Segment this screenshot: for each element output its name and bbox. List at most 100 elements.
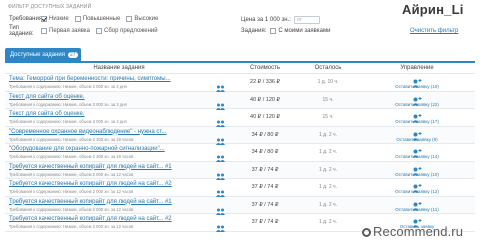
tasks-table: Название задания Стоимость Осталось Упра… (5, 61, 475, 232)
requirement-medium-option[interactable]: Повышенные (74, 16, 121, 22)
submit-bid-link[interactable]: Оставить заявку (22) (359, 102, 475, 107)
task-requirements: Требования к содержанию: Низкие, объем 3… (9, 119, 127, 124)
requirements-label: Требования: (9, 16, 44, 22)
task-actions-cell: Оставить заявку (11) (359, 197, 475, 214)
submit-bid-icon[interactable] (412, 163, 422, 175)
submit-bid-icon[interactable] (412, 145, 422, 158)
requirement-low-label: Низкие (49, 16, 69, 22)
requirement-low-checkbox[interactable] (41, 16, 47, 22)
task-title-link[interactable]: "Современное охранное видеонаблюдение" -… (9, 129, 167, 135)
task-name-cell: Текст для сайта об оценке. Требования к с… (5, 92, 233, 110)
watermark-site: Recommend.ru (362, 224, 463, 239)
task-title-link[interactable]: Требуется качественный копирайт для люде… (9, 216, 172, 222)
table-row: Текст для сайта об оценке. Требования к с… (5, 109, 475, 127)
task-name-cell: "Оборудование для охранно-пожарной сигна… (5, 144, 233, 162)
task-remaining: 1 д. 2 ч. (318, 201, 338, 208)
type-first-bid-checkbox[interactable] (41, 28, 47, 34)
type-offers-option[interactable]: Сбор предложений (95, 28, 158, 34)
customer-info-icon[interactable] (216, 132, 225, 145)
customer-info-icon[interactable] (216, 79, 225, 92)
task-remaining: 15 ч. (322, 114, 334, 121)
my-tasks-checkbox[interactable] (270, 28, 277, 34)
submit-bid-link[interactable]: Оставить заявку (10) (359, 172, 475, 177)
header-remaining: Осталось (314, 65, 342, 71)
tab-count-badge: 27 (68, 51, 78, 58)
submit-bid-icon[interactable] (412, 215, 422, 228)
submit-bid-link[interactable]: Оставить заявку (9) (359, 137, 475, 142)
type-label: Тип задания: (9, 25, 34, 37)
task-requirements: Требования к содержанию: Низкие, объем 2… (9, 136, 134, 142)
table-row: Требуется качественный копирайт для люде… (5, 161, 475, 180)
submit-bid-icon[interactable] (412, 110, 422, 123)
table-row: "Современное охранное видеонаблюдение" -… (5, 126, 475, 145)
customer-info-icon[interactable] (216, 149, 225, 162)
task-cost: 37 ₽ / 74 ₽ (251, 219, 279, 226)
clear-filter-link[interactable]: Очистить фильтр (410, 28, 458, 34)
tab-available-tasks[interactable]: Доступные задания 27 (5, 48, 81, 61)
header-cost: Стоимость (249, 65, 281, 71)
customer-info-icon[interactable] (216, 167, 225, 180)
customer-info-icon[interactable] (216, 202, 225, 215)
type-first-bid-option[interactable]: Первая заявка (41, 28, 90, 34)
requirement-high-checkbox[interactable] (126, 16, 133, 22)
type-first-bid-label: Первая заявка (49, 28, 90, 34)
submit-bid-link[interactable]: Оставить заявку (17) (359, 119, 475, 124)
submit-bid-link[interactable]: Оставить заявку (19) (359, 84, 475, 89)
task-requirements: Требования к содержанию: Низкие, объем 2… (9, 84, 127, 89)
filter-panel: Фильтр доступных заданий Требования: Низ… (5, 4, 475, 38)
task-cost: 34 ₽ / 80 ₽ (251, 149, 279, 156)
task-cost: 22 ₽ / 336 ₽ (250, 79, 280, 86)
task-title-link[interactable]: Требуется качественный копирайт для люде… (9, 199, 172, 205)
requirement-low-option[interactable]: Низкие (41, 16, 69, 22)
header-actions: Управление (400, 65, 434, 71)
table-row: Текст для сайта об оценке. Требования к с… (5, 91, 475, 110)
task-actions-cell: Оставить заявку (12) (359, 179, 475, 196)
requirement-high-option[interactable]: Высокие (126, 16, 158, 22)
task-remaining: 1 д. 2 ч. (318, 219, 338, 226)
tasks-filter: Задания: С моими заявками (241, 28, 330, 34)
task-requirements: Требования к содержанию: Низкие, объем 2… (9, 189, 134, 194)
task-actions-cell: Оставить заявку (22) (359, 92, 475, 109)
submit-bid-icon[interactable] (412, 75, 422, 88)
task-actions-cell: Оставить заявку (17) (359, 109, 475, 126)
price-from-input[interactable]: от (293, 16, 320, 24)
customer-info-icon[interactable] (216, 184, 225, 197)
requirements-row: Требования: Низкие Повышенные Высокие (9, 14, 164, 24)
task-requirements: Требования к содержанию: Низкие, объем 2… (9, 224, 134, 229)
submit-bid-icon[interactable] (412, 198, 422, 210)
task-title-link[interactable]: "Оборудование для охранно-пожарной сигна… (9, 146, 165, 152)
submit-bid-icon[interactable] (412, 180, 422, 193)
customer-info-icon[interactable] (216, 97, 225, 110)
submit-bid-link[interactable]: Оставить заявку (12) (359, 189, 475, 194)
type-offers-label: Сбор предложений (103, 28, 158, 34)
task-title-link[interactable]: Требуется качественный копирайт для люде… (9, 164, 172, 170)
type-offers-checkbox[interactable] (95, 28, 102, 34)
submit-bid-link[interactable]: Оставить заявку (11) (359, 207, 475, 212)
task-remaining: 1 д. 2 ч. (318, 184, 338, 191)
price-filter: Цена за 1 000 зн.: от (241, 16, 320, 24)
requirement-medium-checkbox[interactable] (74, 16, 81, 22)
task-requirements: Требования к содержанию: Низкие, объем 2… (9, 171, 134, 177)
task-name-cell: Текст для сайта об оценке. Требования к с… (5, 109, 233, 127)
submit-bid-icon[interactable] (412, 93, 422, 105)
requirement-medium-label: Повышенные (82, 16, 121, 22)
table-body: Тема: Геморрой при беременности: причины… (5, 74, 475, 232)
task-title-link[interactable]: Текст для сайта об оценке. (9, 111, 85, 117)
type-row: Тип задания: Первая заявка Сбор предложе… (9, 25, 164, 37)
task-name-cell: Тема: Геморрой при беременности: причины… (5, 74, 233, 92)
task-cost: 37 ₽ / 74 ₽ (251, 201, 279, 208)
task-title-link[interactable]: Текст для сайта об оценке. (9, 94, 85, 100)
submit-bid-link[interactable]: Оставить заявку (14) (359, 154, 475, 159)
customer-info-icon[interactable] (216, 114, 225, 127)
requirement-high-label: Высокие (134, 16, 159, 22)
task-title-link[interactable]: Тема: Геморрой при беременности: причины… (9, 76, 171, 82)
customer-info-icon[interactable] (216, 219, 225, 232)
task-cost: 34 ₽ / 80 ₽ (251, 131, 279, 138)
task-cost: 37 ₽ / 74 ₽ (251, 166, 279, 173)
submit-bid-icon[interactable] (412, 128, 422, 140)
task-remaining: 1 д. 2 ч. (318, 149, 338, 156)
task-name-cell: Требуется качественный копирайт для люде… (5, 197, 233, 215)
task-actions-cell: Оставить заявку (10) (359, 162, 475, 179)
table-row: "Оборудование для охранно-пожарной сигна… (5, 144, 475, 162)
task-title-link[interactable]: Требуется качественный копирайт для люде… (9, 181, 172, 187)
